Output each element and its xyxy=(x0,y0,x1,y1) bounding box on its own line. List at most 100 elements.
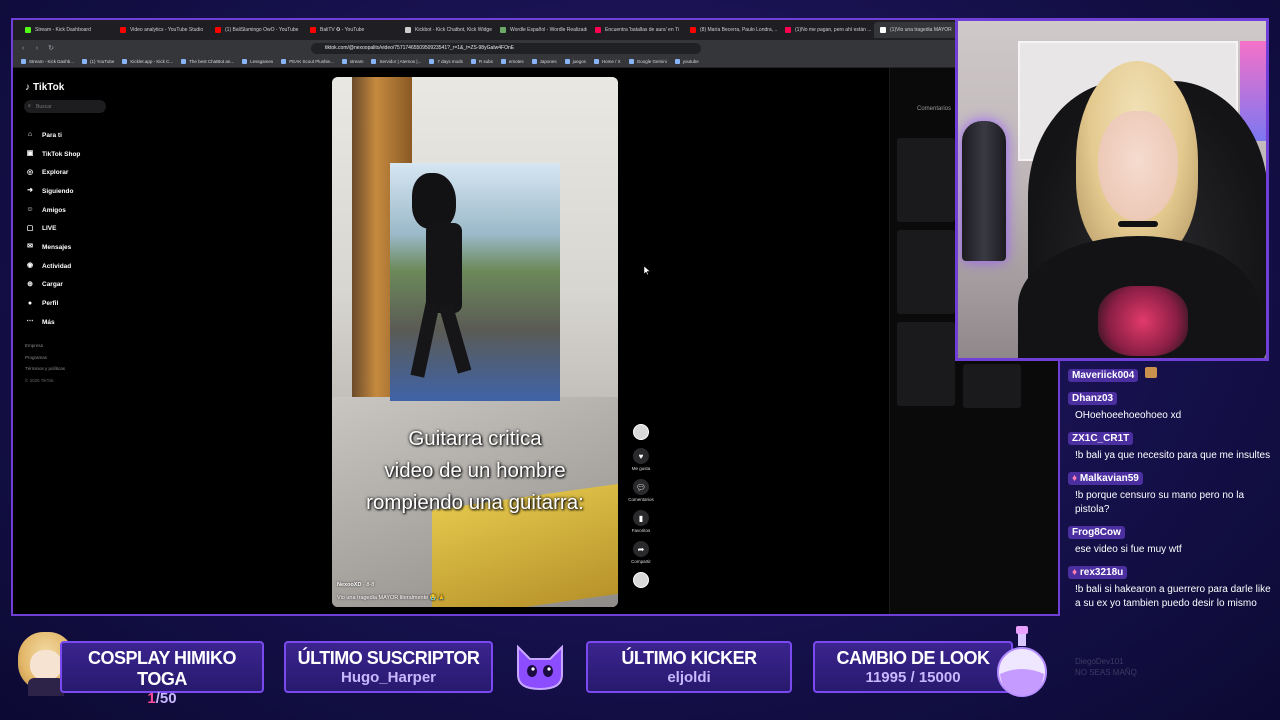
tab-favicon-icon xyxy=(25,27,31,33)
comments-title[interactable]: Comentarios xyxy=(917,106,951,112)
avatar-icon xyxy=(633,424,649,440)
video-description: Vio una tragedia MAYOR literalmente 😭 🙏 xyxy=(337,595,445,601)
tab-favicon-icon xyxy=(310,27,316,33)
webcam-feed xyxy=(955,18,1269,361)
like-button[interactable]: ♥ Me gusta xyxy=(625,448,657,471)
sidebar-item-mensajes[interactable]: ✉ Mensajes xyxy=(26,238,80,257)
comments-label: Comentarios xyxy=(628,497,654,502)
look-change-panel: CAMBIO DE LOOK 11995 / 15000 xyxy=(813,641,1013,693)
bookmark-item[interactable]: R subs xyxy=(470,59,493,64)
browser-tab[interactable]: Encuentra 'batallas de aura' en Ti xyxy=(589,22,682,38)
cosplay-goal-title: COSPLAY HIMIKO TOGA xyxy=(87,648,237,689)
chat-username-text: Frog8Cow xyxy=(1072,527,1121,538)
bookmark-item[interactable]: Home / X xyxy=(593,59,621,64)
browser-tab[interactable]: (1)No me pagan, pero ahí están ... xyxy=(779,22,872,38)
bookmark-item[interactable]: stream xyxy=(341,59,363,64)
sidebar-item-amigos[interactable]: ☺ Amigos xyxy=(26,201,80,220)
footer-empresa[interactable]: Empresa xyxy=(25,340,65,352)
footer-programas[interactable]: Programas xyxy=(25,352,65,364)
browser-tab[interactable]: (1)Vio una tragedia MAYOR xyxy=(874,22,967,38)
bookmark-icon xyxy=(371,59,377,64)
potion-bottle-icon xyxy=(997,626,1047,697)
bookmark-item[interactable]: juegos xyxy=(564,59,586,64)
forward-icon[interactable]: › xyxy=(33,45,41,52)
bookmark-item[interactable]: Lessgames xyxy=(242,59,273,64)
sidebar-item-más[interactable]: ⋯ Más xyxy=(26,313,80,332)
sidebar-item-label: Para ti xyxy=(42,131,62,139)
chat-message-text: !b porque censuro su mano pero no la pis… xyxy=(1075,490,1244,515)
favorites-label: Favoritos xyxy=(631,528,651,533)
bookmark-label: Google Gemini xyxy=(636,59,667,64)
bookmark-item[interactable]: youtube xyxy=(674,59,699,64)
back-icon[interactable]: ‹ xyxy=(19,45,27,52)
tab-label: (1) BaliSlamingo OwO - YouTube xyxy=(225,27,299,33)
comments-button[interactable]: 💬︎ Comentarios xyxy=(625,479,657,502)
browser-tab[interactable]: (1) BaliSlamingo OwO - YouTube xyxy=(209,22,302,38)
browser-tab[interactable]: Kickbot - Kick Chatbot, Kick Widge xyxy=(399,22,492,38)
browser-tab[interactable]: BaliTV ✪ - YouTube xyxy=(304,22,397,38)
chat-username-text: Dhanz03 xyxy=(1072,393,1114,404)
chat-emote-icon xyxy=(1145,367,1158,378)
bookmark-label: The best ChatBot an... xyxy=(189,59,235,64)
bookmark-item[interactable]: Stream - Kick Dashb... xyxy=(21,59,74,64)
share-button[interactable]: ➦ Compartir xyxy=(625,541,657,564)
bookmark-label: Lessgames xyxy=(250,59,274,64)
sidebar-item-cargar[interactable]: ⊕ Cargar xyxy=(26,276,80,295)
bookmark-item[interactable]: Google Gemini xyxy=(628,59,667,64)
video-caption-line1: Guitarra critica xyxy=(408,427,542,450)
tiktok-logo[interactable]: ♪ TikTok xyxy=(25,82,64,93)
sidebar-item-perfil[interactable]: ● Perfil xyxy=(26,294,80,313)
mouse-cursor-icon xyxy=(644,266,650,275)
cosplay-goal-progress: 1/50 xyxy=(62,690,262,707)
comment-skeleton xyxy=(897,230,955,314)
chat-username[interactable]: ♦ rex3218u xyxy=(1068,566,1128,579)
activity-icon: ◉ xyxy=(26,262,34,270)
sidebar-item-siguiendo[interactable]: ➜ Siguiendo xyxy=(26,182,80,201)
chat-username[interactable]: ZX1C_CR1T xyxy=(1068,432,1134,445)
bookmark-item[interactable]: (1) YouTube xyxy=(82,59,114,64)
chat-username[interactable]: Dhanz03 xyxy=(1068,392,1118,405)
video-author[interactable]: NexooXD xyxy=(337,582,361,588)
sidebar-item-live[interactable]: ▢ LIVE xyxy=(26,219,80,238)
footer-terminos[interactable]: Términos y políticas xyxy=(25,363,65,375)
favorites-button[interactable]: ▮ Favoritos xyxy=(625,510,657,533)
chat-username[interactable]: Frog8Cow xyxy=(1068,526,1125,539)
browser-tab[interactable]: Stream - Kick Dashboard xyxy=(19,22,112,38)
bookmark-icon xyxy=(674,59,680,64)
bookmark-item[interactable]: emotes xyxy=(500,59,524,64)
chat-ghost-text: NO SEAS MAÑQ xyxy=(1075,668,1137,677)
last-subscriber-title: ÚLTIMO SUSCRIPTOR xyxy=(297,648,480,668)
bookmark-icon xyxy=(341,59,347,64)
share-icon: ➦ xyxy=(633,541,649,557)
chat-username-text: Malkavian59 xyxy=(1079,473,1139,484)
bookmark-item[interactable]: Servidor | Aternos |... xyxy=(371,59,421,64)
browser-tab[interactable]: (8) María Becerra, Paulo Londra, ... xyxy=(684,22,777,38)
last-kicker-panel: ÚLTIMO KICKER eljoldi xyxy=(586,641,792,693)
creator-avatar[interactable] xyxy=(625,424,657,440)
bookmark-item[interactable]: PEAK Scout Plushie... xyxy=(281,59,334,64)
chat-badge-icon: ♦ xyxy=(1072,473,1080,484)
url-input[interactable]: tiktok.com/@nexoopalito/video/7571746550… xyxy=(311,42,701,54)
compass-icon: ◎ xyxy=(26,168,34,176)
messages-icon: ✉ xyxy=(27,243,33,251)
bookmark-item[interactable]: The best ChatBot an... xyxy=(181,59,234,64)
sidebar-item-actividad[interactable]: ◉ Actividad xyxy=(26,257,80,276)
sidebar-item-label: TikTok Shop xyxy=(42,150,81,158)
browser-tab[interactable]: Wordle Español - Wordle Realizado xyxy=(494,22,587,38)
bookmark-item[interactable]: Kicklet.app - Kick C... xyxy=(122,59,173,64)
sidebar-item-tiktok-shop[interactable]: ▣ TikTok Shop xyxy=(26,145,81,164)
sidebar-item-explorar[interactable]: ◎ Explorar xyxy=(26,163,80,182)
reload-icon[interactable]: ↻ xyxy=(47,44,55,52)
sound-disc[interactable] xyxy=(625,572,657,588)
video-player[interactable]: Guitarra critica video de un hombre romp… xyxy=(332,77,618,607)
bookmark-item[interactable]: 7 days mods xyxy=(429,59,463,64)
chat-username[interactable]: ♦ Malkavian59 xyxy=(1068,472,1143,485)
browser-tab[interactable]: Video analytics - YouTube Studio xyxy=(114,22,207,38)
upload-icon: ⊕ xyxy=(27,280,33,288)
chat-username[interactable]: Maveriick004 xyxy=(1068,369,1139,382)
bookmark-icon xyxy=(531,59,537,64)
sidebar-item-para-ti[interactable]: ⌂ Para ti xyxy=(26,126,80,145)
bookmark-item[interactable]: Japones xyxy=(531,59,557,64)
search-input[interactable]: ⌕ Buscar xyxy=(24,100,106,113)
profile-icon: ● xyxy=(27,299,33,307)
